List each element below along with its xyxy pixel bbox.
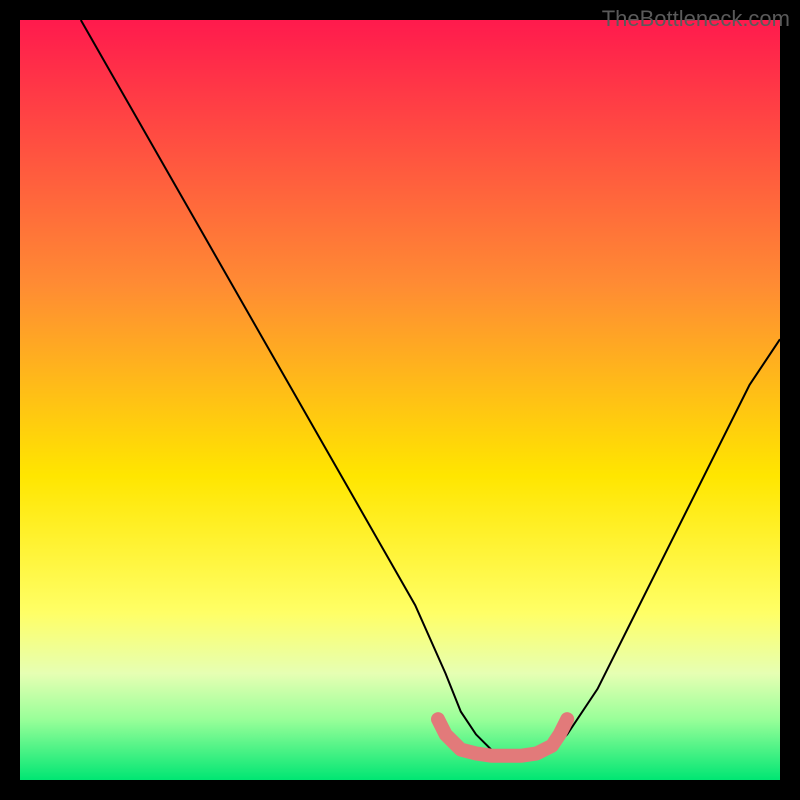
chart-plot-area [20, 20, 780, 780]
gradient-background [20, 20, 780, 780]
chart-svg [20, 20, 780, 780]
watermark-text: TheBottleneck.com [602, 6, 790, 32]
